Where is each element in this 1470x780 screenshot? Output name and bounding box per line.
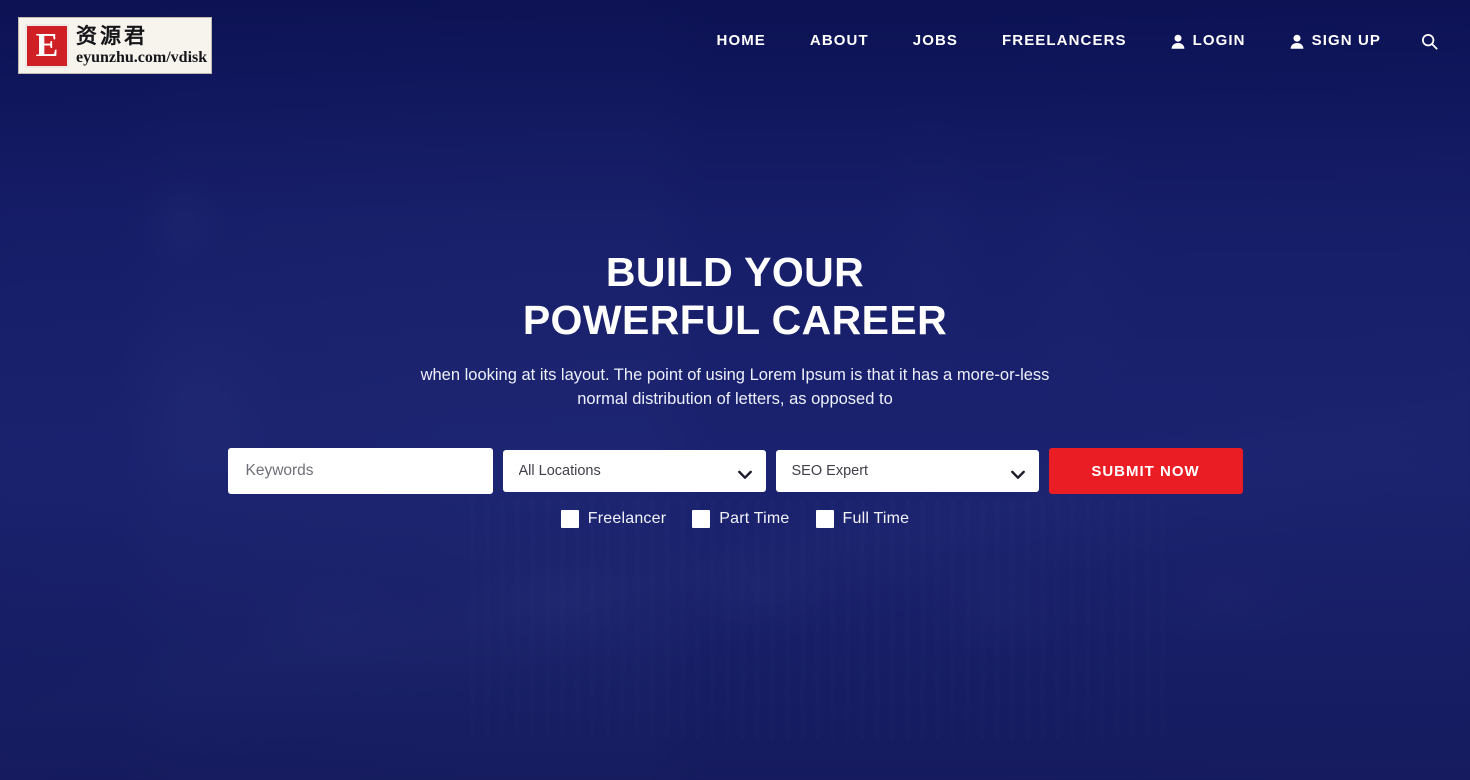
logo-mark-icon: E	[25, 23, 69, 68]
job-type-freelancer-label: Freelancer	[587, 510, 667, 527]
nav-item-freelancers[interactable]: FREELANCERS	[980, 0, 1149, 82]
site-logo-watermark[interactable]: E 资源君 eyunzhu.com/vdisk	[18, 17, 212, 74]
page-title: BUILD YOUR POWERFUL CAREER	[523, 248, 947, 344]
nav-item-jobs[interactable]: JOBS	[891, 0, 980, 82]
job-type-freelancer[interactable]: Freelancer	[560, 510, 667, 528]
location-select[interactable]: All Locations	[502, 450, 766, 492]
job-type-part-time[interactable]: Part Time	[692, 510, 789, 528]
nav-item-about[interactable]: ABOUT	[788, 0, 891, 82]
nav-item-signup-label: SIGN UP	[1311, 32, 1381, 49]
job-search-form: All Locations SEO Expert SUB	[227, 448, 1243, 494]
location-select-wrapper[interactable]: All Locations	[502, 450, 766, 492]
nav-item-home[interactable]: HOME	[695, 0, 788, 82]
checkbox-freelancer[interactable]	[560, 510, 579, 528]
nav-item-login[interactable]: LOGIN	[1149, 0, 1268, 82]
job-type-filters: Freelancer Part Time Full Time	[560, 510, 910, 528]
hero-section: BUILD YOUR POWERFUL CAREER when looking …	[0, 0, 1470, 780]
job-type-part-time-label: Part Time	[719, 510, 790, 527]
checkbox-part-time[interactable]	[692, 510, 711, 528]
job-type-full-time-label: Full Time	[842, 510, 910, 527]
main-navigation: HOME ABOUT JOBS FREELANCERS LOGIN SIGN U…	[695, 0, 1448, 82]
hero-title-line-2: POWERFUL CAREER	[522, 297, 948, 343]
user-icon	[1171, 34, 1185, 49]
hero-subtitle: when looking at its layout. The point of…	[420, 366, 1050, 408]
category-select[interactable]: SEO Expert	[775, 450, 1039, 492]
logo-url: eyunzhu.com/vdisk	[76, 48, 208, 66]
category-select-wrapper[interactable]: SEO Expert	[775, 450, 1039, 492]
checkbox-full-time[interactable]	[815, 510, 834, 528]
logo-name-cn: 资源君	[76, 23, 148, 48]
search-icon[interactable]	[1403, 33, 1448, 50]
nav-item-signup[interactable]: SIGN UP	[1268, 0, 1403, 82]
job-type-full-time[interactable]: Full Time	[815, 510, 910, 528]
hero-title-line-1: BUILD YOUR	[605, 249, 865, 295]
nav-item-login-label: LOGIN	[1192, 32, 1246, 49]
search-keywords-input[interactable]	[227, 448, 493, 494]
submit-now-button[interactable]: SUBMIT NOW	[1048, 448, 1243, 494]
user-icon	[1290, 34, 1304, 49]
logo-text-block: 资源君 eyunzhu.com/vdisk	[76, 23, 208, 66]
site-header: E 资源君 eyunzhu.com/vdisk HOME ABOUT JOBS …	[0, 0, 1470, 82]
hero-page: E 资源君 eyunzhu.com/vdisk HOME ABOUT JOBS …	[0, 0, 1470, 780]
